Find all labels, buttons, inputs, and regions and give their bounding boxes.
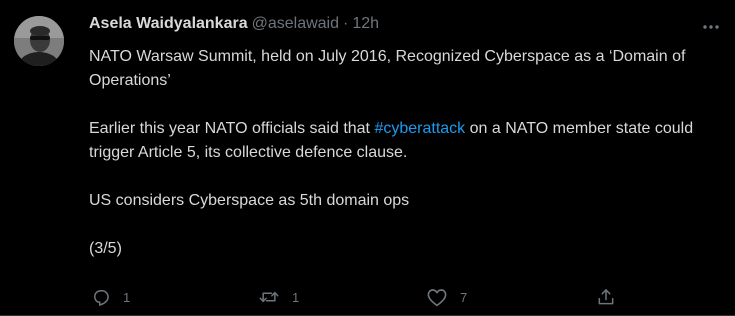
avatar-photo <box>14 16 64 66</box>
display-name[interactable]: Asela Waidyalankara <box>89 15 248 33</box>
retweet-count: 1 <box>292 289 300 305</box>
tweet-paragraph: Earlier this year NATO officials said th… <box>89 117 719 165</box>
tweet-paragraph: NATO Warsaw Summit, held on July 2016, R… <box>89 48 686 89</box>
like-icon <box>427 289 447 307</box>
like-count: 7 <box>460 289 468 305</box>
share-button[interactable] <box>596 283 616 311</box>
tweet[interactable]: Asela Waidyalankara @aselawaid · 12h NAT… <box>0 0 735 316</box>
more-button[interactable] <box>698 14 724 40</box>
tweet-paragraph: (3/5) <box>89 240 122 257</box>
reply-icon <box>94 290 109 306</box>
retweet-icon <box>259 291 279 303</box>
share-icon <box>598 289 614 305</box>
tweet-text-segment: Earlier this year NATO officials said th… <box>89 120 375 137</box>
separator-dot: · <box>343 15 349 32</box>
reply-button[interactable]: 1 <box>91 283 130 311</box>
user-handle[interactable]: @aselawaid <box>252 15 339 33</box>
avatar[interactable] <box>14 16 64 66</box>
retweet-button[interactable]: 1 <box>258 283 299 311</box>
more-icon <box>703 25 719 29</box>
reply-count: 1 <box>123 289 131 305</box>
tweet-header: Asela Waidyalankara @aselawaid · 12h <box>89 15 379 37</box>
tweet-paragraph: US considers Cyberspace as 5th domain op… <box>89 192 410 209</box>
timestamp[interactable]: 12h <box>352 15 379 33</box>
tweet-actions: 1 1 7 <box>89 283 629 311</box>
tweet-text: NATO Warsaw Summit, held on July 2016, R… <box>89 45 719 261</box>
hashtag-link[interactable]: #cyberattack <box>374 120 465 137</box>
like-button[interactable]: 7 <box>426 283 467 311</box>
